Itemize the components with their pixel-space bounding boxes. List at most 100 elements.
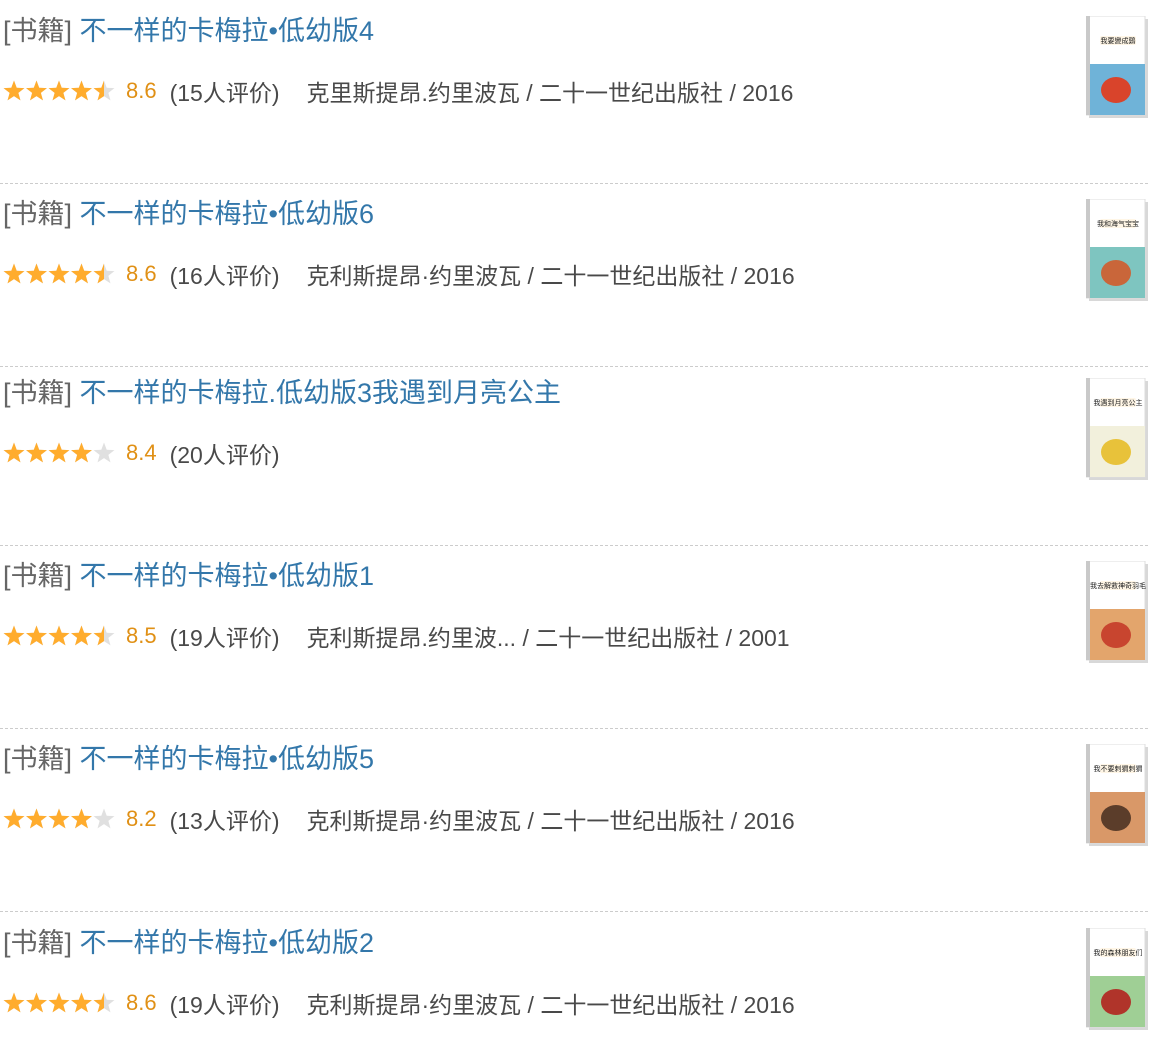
- category-tag: [书籍]: [3, 199, 73, 229]
- rating-count: (15人评价): [169, 80, 280, 106]
- item-meta: 8.2 (13人评价) 克利斯提昂·约里波瓦 / 二十一世纪出版社 / 2016: [3, 804, 795, 834]
- book-cover-image[interactable]: 我要變成鷄: [1086, 16, 1148, 118]
- rating-stars: [3, 80, 115, 102]
- star-full-icon: [48, 808, 70, 829]
- book-cover-image[interactable]: 我不要刺猬刺猬: [1086, 744, 1148, 846]
- category-tag: [书籍]: [3, 16, 73, 46]
- star-empty-icon: [93, 808, 115, 829]
- publication-info: 克利斯提昂·约里波瓦 / 二十一世纪出版社 / 2016: [306, 992, 795, 1018]
- publication-info: 克利斯提昂·约里波瓦 / 二十一世纪出版社 / 2016: [306, 263, 795, 289]
- rating-stars: [3, 263, 115, 285]
- rating-count: (16人评价): [169, 263, 280, 289]
- svg-text:我的森林朋友们: 我的森林朋友们: [1094, 948, 1143, 957]
- rating-score: 8.5: [126, 623, 157, 648]
- publication-info: 克利斯提昂·约里波瓦 / 二十一世纪出版社 / 2016: [306, 808, 795, 834]
- star-full-icon: [26, 808, 47, 829]
- category-tag: [书籍]: [3, 378, 73, 408]
- book-cover-image[interactable]: 我遇到月亮公主: [1086, 378, 1148, 480]
- item-meta: 8.6 (19人评价) 克利斯提昂·约里波瓦 / 二十一世纪出版社 / 2016: [3, 988, 795, 1018]
- rating-score: 8.4: [126, 440, 157, 465]
- star-full-icon: [71, 442, 92, 463]
- rating-count: (13人评价): [169, 808, 280, 834]
- rating-count: (19人评价): [169, 625, 280, 651]
- star-rating-graphic: [3, 808, 115, 829]
- list-item: [书籍] 不一样的卡梅拉•低幼版6 8.6 (16人评价) 克利斯提昂·约里波瓦…: [0, 183, 1148, 367]
- list-item: [书籍] 不一样的卡梅拉•低幼版5 8.2 (13人评价) 克利斯提昂·约里波瓦…: [0, 728, 1148, 912]
- rating-stars: [3, 625, 115, 647]
- star-full-icon: [3, 992, 25, 1013]
- search-result-list: [书籍] 不一样的卡梅拉•低幼版4 8.6 (15人评价) 克里斯提昂.约里波瓦…: [0, 0, 1160, 1052]
- book-cover-illustration: 我不要刺猬刺猬: [1086, 744, 1148, 846]
- star-full-icon: [3, 80, 25, 101]
- book-cover-image[interactable]: 我的森林朋友们: [1086, 928, 1148, 1030]
- book-cover-image[interactable]: 我去解救神奇羽毛: [1086, 561, 1148, 663]
- list-item: [书籍] 不一样的卡梅拉•低幼版1 8.5 (19人评价) 克利斯提昂.约里波.…: [0, 545, 1148, 729]
- book-title-link[interactable]: 不一样的卡梅拉•低幼版4: [80, 16, 374, 46]
- rating-stars: [3, 992, 115, 1014]
- star-full-icon: [71, 263, 92, 284]
- category-tag: [书籍]: [3, 928, 73, 958]
- star-full-icon: [3, 625, 25, 646]
- item-title-line: [书籍] 不一样的卡梅拉•低幼版6: [3, 197, 374, 231]
- star-rating-graphic: [3, 263, 115, 284]
- star-full-icon: [26, 442, 47, 463]
- book-title-link[interactable]: 不一样的卡梅拉•低幼版1: [80, 561, 374, 591]
- star-full-icon: [26, 263, 47, 284]
- svg-text:我遇到月亮公主: 我遇到月亮公主: [1094, 398, 1143, 407]
- star-rating-graphic: [3, 992, 115, 1013]
- book-cover-illustration: 我要變成鷄: [1086, 16, 1148, 118]
- publication-info: 克里斯提昂.约里波瓦 / 二十一世纪出版社 / 2016: [306, 80, 794, 106]
- book-cover-illustration: 我去解救神奇羽毛: [1086, 561, 1148, 663]
- star-full-icon: [71, 80, 92, 101]
- item-meta: 8.5 (19人评价) 克利斯提昂.约里波... / 二十一世纪出版社 / 20…: [3, 621, 790, 651]
- item-title-line: [书籍] 不一样的卡梅拉.低幼版3我遇到月亮公主: [3, 376, 561, 410]
- publication-info: 克利斯提昂.约里波... / 二十一世纪出版社 / 2001: [306, 625, 790, 651]
- book-cover-illustration: 我遇到月亮公主: [1086, 378, 1148, 480]
- rating-stars: [3, 442, 115, 464]
- rating-score: 8.6: [126, 78, 157, 103]
- star-full-icon: [26, 80, 47, 101]
- star-full-icon: [26, 625, 47, 646]
- rating-score: 8.6: [126, 261, 157, 286]
- star-full-icon: [48, 442, 70, 463]
- star-rating-graphic: [3, 80, 115, 101]
- category-tag: [书籍]: [3, 561, 73, 591]
- rating-count: (19人评价): [169, 992, 280, 1018]
- book-title-link[interactable]: 不一样的卡梅拉•低幼版6: [80, 199, 374, 229]
- rating-stars: [3, 808, 115, 830]
- book-title-link[interactable]: 不一样的卡梅拉.低幼版3我遇到月亮公主: [80, 378, 562, 408]
- item-meta: 8.4 (20人评价): [3, 438, 307, 468]
- star-full-icon: [3, 263, 25, 284]
- star-empty-icon: [93, 442, 115, 463]
- svg-text:我和海气宝宝: 我和海气宝宝: [1097, 219, 1139, 228]
- category-tag: [书籍]: [3, 744, 73, 774]
- star-rating-graphic: [3, 625, 115, 646]
- book-title-link[interactable]: 不一样的卡梅拉•低幼版2: [80, 928, 374, 958]
- rating-count: (20人评价): [169, 442, 280, 468]
- star-full-icon: [3, 442, 25, 463]
- item-meta: 8.6 (16人评价) 克利斯提昂·约里波瓦 / 二十一世纪出版社 / 2016: [3, 259, 795, 289]
- item-title-line: [书籍] 不一样的卡梅拉•低幼版2: [3, 926, 374, 960]
- list-item: [书籍] 不一样的卡梅拉•低幼版2 8.6 (19人评价) 克利斯提昂·约里波瓦…: [0, 912, 1148, 1052]
- star-full-icon: [3, 808, 25, 829]
- list-item: [书籍] 不一样的卡梅拉•低幼版4 8.6 (15人评价) 克里斯提昂.约里波瓦…: [0, 0, 1148, 184]
- star-full-icon: [48, 80, 70, 101]
- book-cover-illustration: 我的森林朋友们: [1086, 928, 1148, 1030]
- item-title-line: [书籍] 不一样的卡梅拉•低幼版1: [3, 559, 374, 593]
- book-cover-illustration: 我和海气宝宝: [1086, 199, 1148, 301]
- star-full-icon: [48, 263, 70, 284]
- book-cover-image[interactable]: 我和海气宝宝: [1086, 199, 1148, 301]
- list-item: [书籍] 不一样的卡梅拉.低幼版3我遇到月亮公主 8.4 (20人评价) 我遇到…: [0, 362, 1148, 546]
- rating-score: 8.2: [126, 806, 157, 831]
- star-full-icon: [26, 992, 47, 1013]
- svg-text:我不要刺猬刺猬: 我不要刺猬刺猬: [1094, 764, 1143, 773]
- svg-text:我要變成鷄: 我要變成鷄: [1101, 36, 1136, 45]
- item-title-line: [书籍] 不一样的卡梅拉•低幼版4: [3, 14, 374, 48]
- star-full-icon: [71, 808, 92, 829]
- svg-text:我去解救神奇羽毛: 我去解救神奇羽毛: [1090, 581, 1146, 590]
- item-title-line: [书籍] 不一样的卡梅拉•低幼版5: [3, 742, 374, 776]
- star-full-icon: [48, 625, 70, 646]
- star-full-icon: [71, 992, 92, 1013]
- book-title-link[interactable]: 不一样的卡梅拉•低幼版5: [80, 744, 374, 774]
- star-full-icon: [48, 992, 70, 1013]
